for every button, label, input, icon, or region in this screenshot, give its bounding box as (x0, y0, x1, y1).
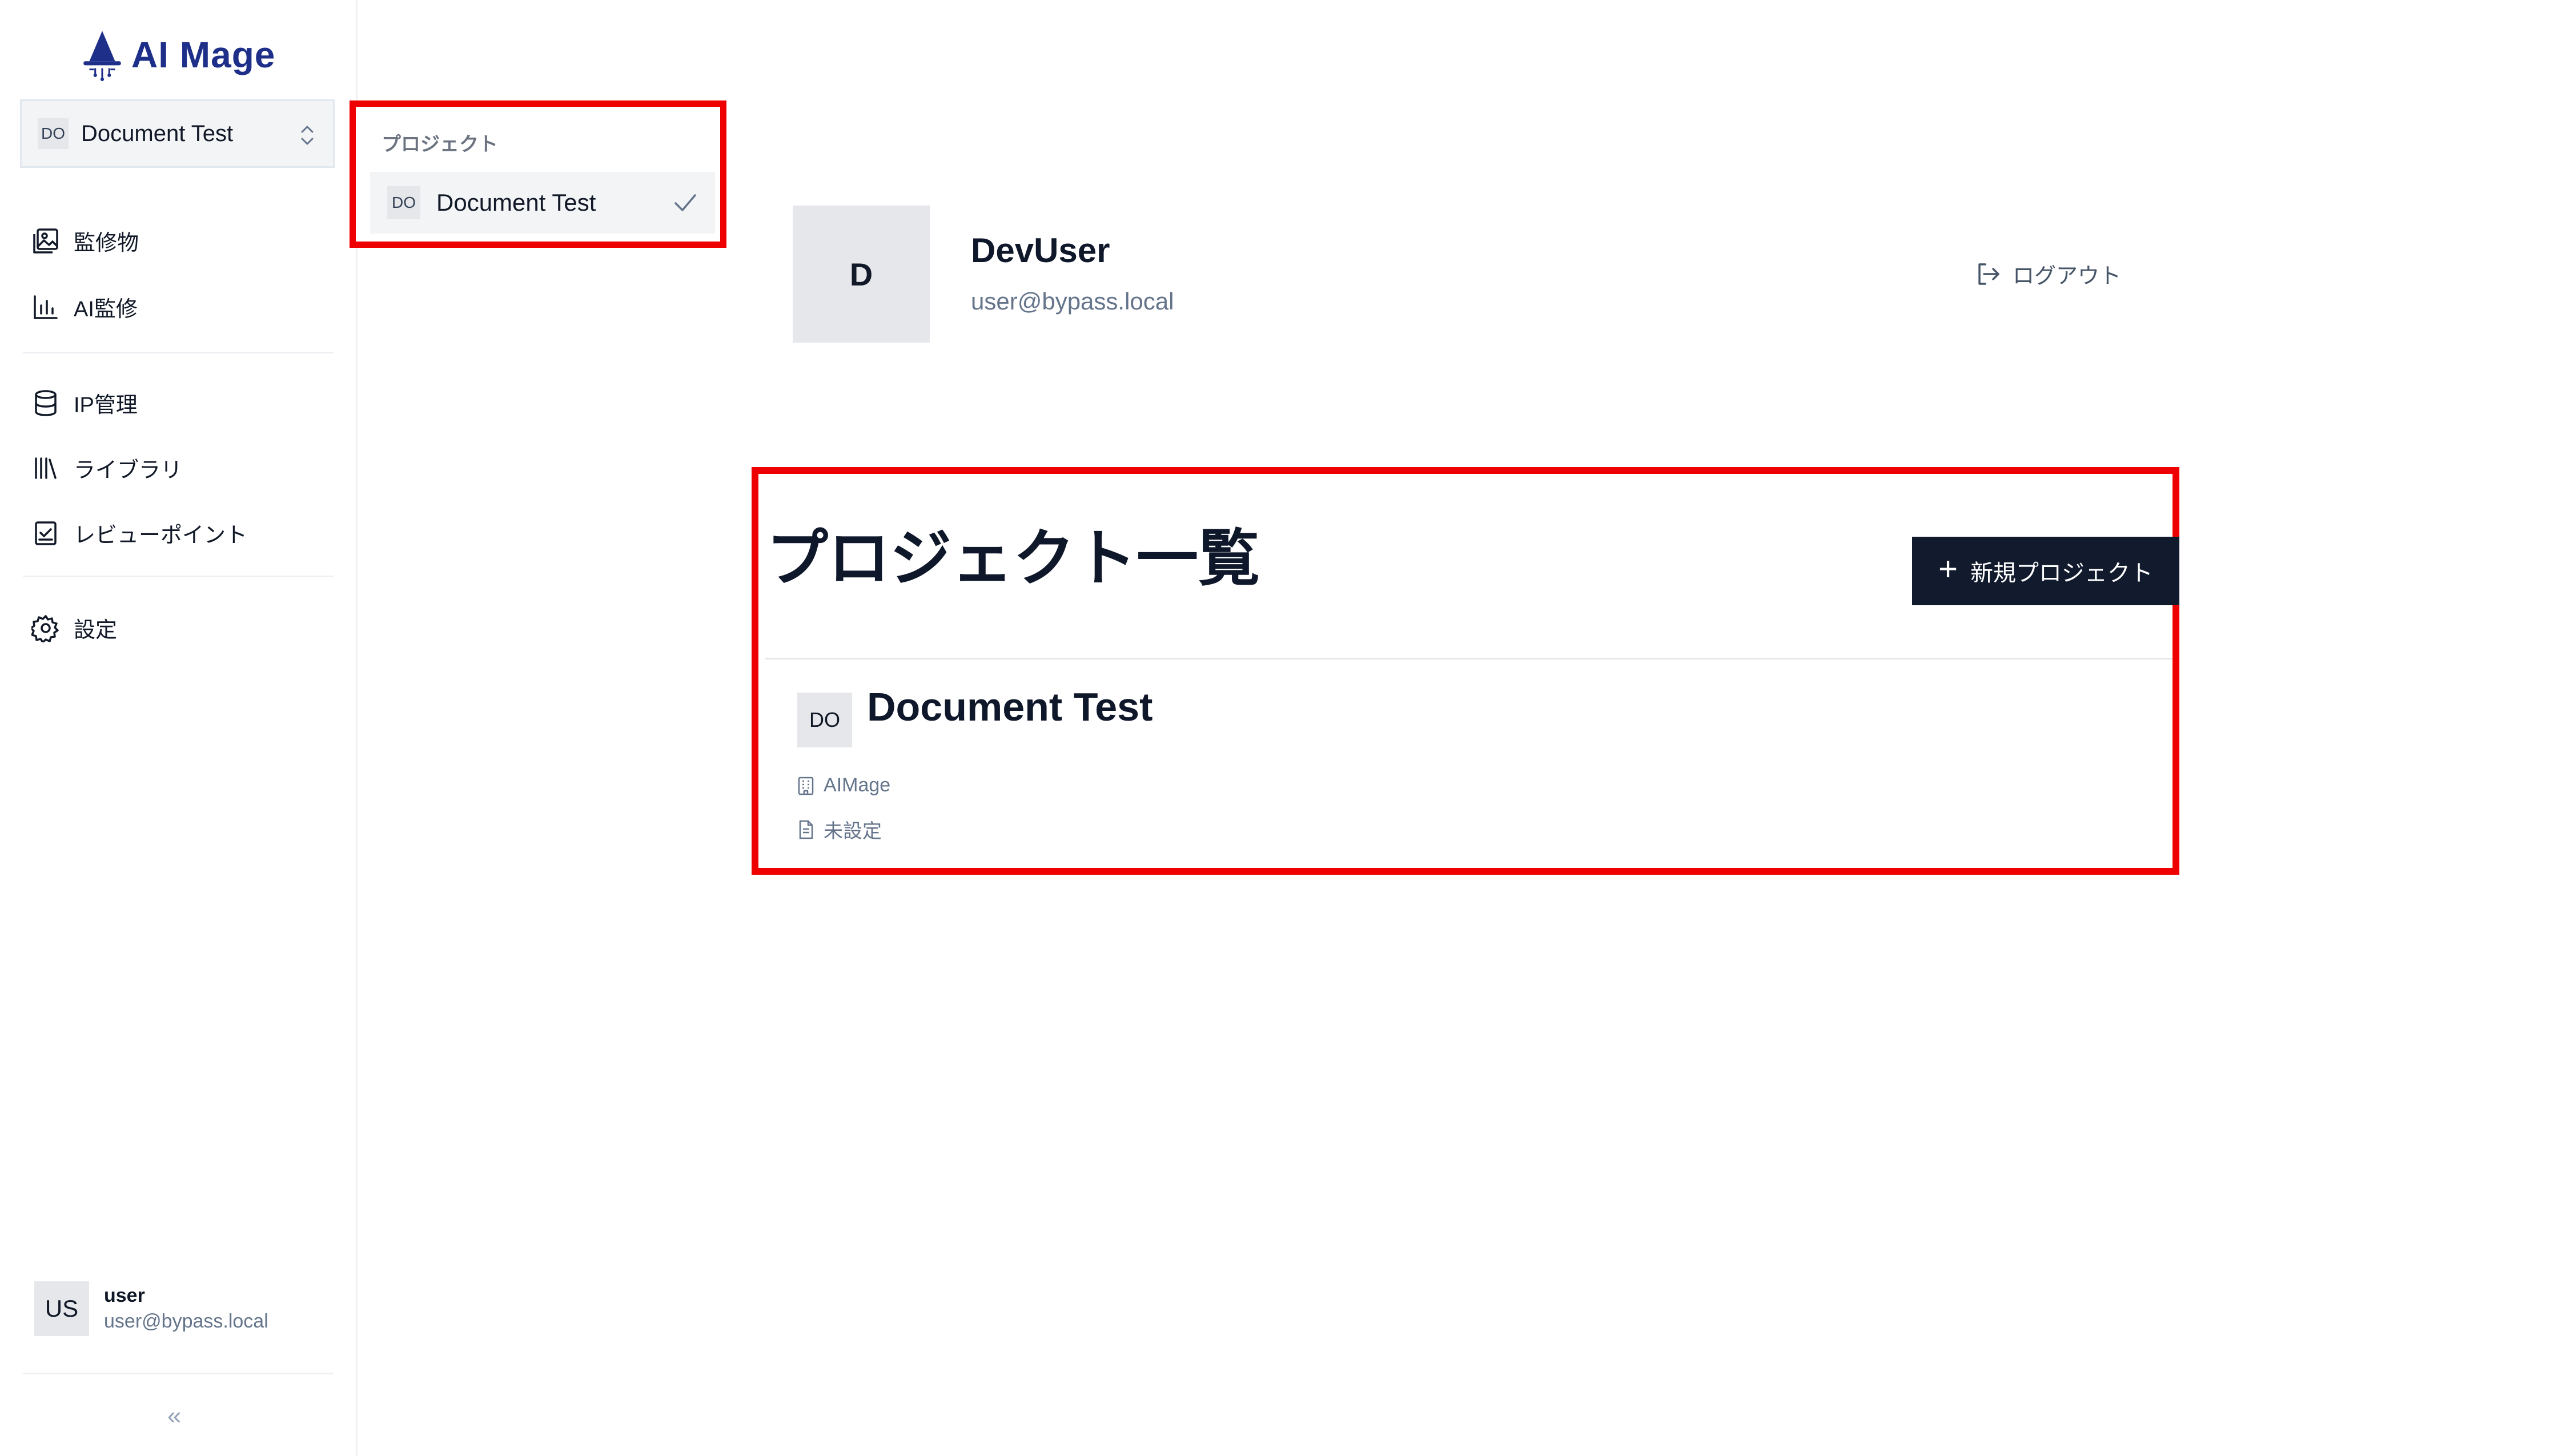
library-icon (35, 457, 57, 479)
profile-email: user@bypass.local (971, 288, 1174, 315)
sidebar-item-label: ライブラリ (74, 458, 183, 482)
sidebar-item-label: AI監修 (74, 297, 138, 321)
project-list-section: プロジェクト一覧 + 新規プロジェクト DO Document Test AIM… (752, 467, 2179, 875)
building-icon (798, 777, 814, 795)
profile-name: DevUser (971, 231, 1110, 270)
user-email: user@bypass.local (104, 1310, 268, 1332)
bar-chart-icon (34, 295, 58, 319)
dropdown-item-document-test[interactable]: DO Document Test (370, 172, 715, 234)
avatar: US (34, 1281, 89, 1336)
project-badge: DO (38, 118, 69, 149)
clipboard-check-icon (35, 521, 57, 545)
sidebar-divider (23, 352, 334, 353)
page-title: プロジェクト一覧 (766, 524, 1260, 593)
logout-label: ログアウト (2013, 264, 2122, 288)
user-name: user (104, 1285, 145, 1306)
database-icon (35, 389, 57, 416)
sidebar-item-ai-review[interactable]: AI監修 (31, 291, 138, 323)
document-icon (799, 820, 813, 839)
collapse-sidebar-button[interactable]: « (167, 1402, 181, 1430)
image-gallery-icon (33, 228, 58, 254)
project-dropdown: プロジェクト DO Document Test (350, 100, 726, 248)
gear-icon (31, 614, 59, 642)
dropdown-item-label: Document Test (436, 189, 596, 216)
logo-text: AI Mage (131, 34, 276, 75)
organization-label: AIMage (824, 774, 891, 796)
user-info: user user@bypass.local (104, 1285, 268, 1333)
project-switcher[interactable]: DO Document Test (20, 99, 335, 168)
project-card-title[interactable]: Document Test (867, 684, 1153, 730)
project-organization: AIMage (796, 774, 890, 797)
sidebar-user[interactable]: US user user@bypass.local (34, 1281, 268, 1336)
sidebar-divider (23, 1373, 334, 1374)
project-card-badge: DO (797, 693, 852, 747)
chevrons-up-down-icon (301, 126, 314, 145)
logout-button[interactable]: ログアウト (1974, 258, 2121, 289)
sidebar-item-label: レビューポイント (74, 524, 248, 548)
sidebar-item-works[interactable]: 監修物 (31, 225, 139, 256)
sidebar-item-label: IP管理 (74, 393, 138, 417)
new-project-label: 新規プロジェクト (1970, 561, 2153, 586)
project-switcher-name: Document Test (81, 120, 234, 146)
section-divider (765, 658, 2173, 659)
wizard-hat-icon (83, 31, 121, 81)
project-badge: DO (387, 186, 420, 219)
sidebar-divider (23, 576, 334, 577)
check-icon (674, 194, 696, 211)
sidebar-item-review-points[interactable]: レビューポイント (31, 517, 247, 549)
document-label: 未設定 (824, 820, 882, 842)
sidebar-item-ip-management[interactable]: IP管理 (31, 387, 138, 419)
logout-icon (1978, 263, 1999, 285)
sidebar-item-label: 設定 (74, 618, 118, 642)
project-document: 未設定 (796, 815, 882, 843)
sidebar-item-library[interactable]: ライブラリ (31, 452, 182, 484)
app-logo[interactable]: AI Mage (79, 29, 275, 81)
profile-avatar: D (793, 206, 930, 343)
sidebar-item-settings[interactable]: 設定 (31, 612, 117, 643)
sidebar-item-label: 監修物 (74, 231, 139, 255)
plus-icon: + (1938, 550, 1958, 588)
new-project-button[interactable]: + 新規プロジェクト (1912, 537, 2179, 605)
dropdown-label: プロジェクト (382, 134, 498, 155)
sidebar: AI Mage DO Document Test 監修物 AI監修 IP管理 ラ… (0, 0, 358, 1456)
